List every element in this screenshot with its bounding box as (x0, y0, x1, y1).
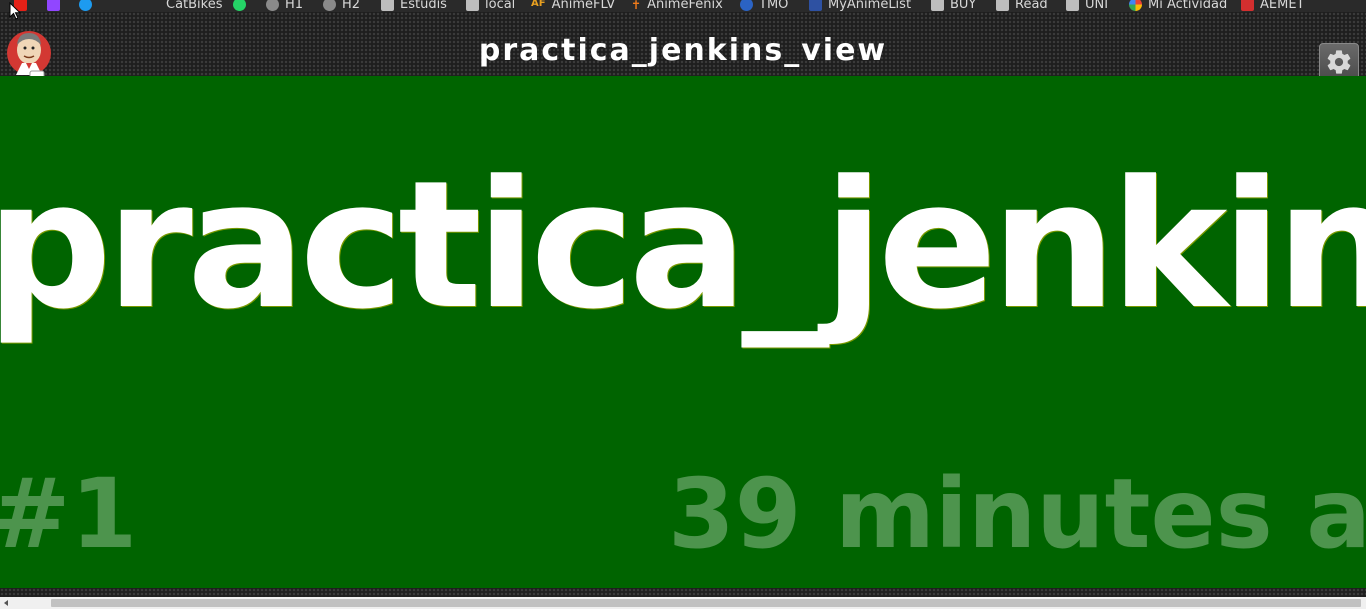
myanimelist-icon (809, 0, 822, 11)
gear-icon (1327, 50, 1351, 74)
mouse-cursor-icon (9, 2, 22, 20)
bookmark-aemet[interactable]: AEMET (1241, 0, 1304, 12)
build-time: 39 minutes ago (668, 458, 1366, 570)
bookmark-label: AnimeFLV (551, 0, 616, 12)
folder-icon (381, 0, 394, 11)
bookmark-read[interactable]: Read (996, 0, 1048, 12)
bookmark-label: Read (1015, 0, 1048, 12)
bookmark-label: BUY (950, 0, 977, 12)
bookmark-catbikes[interactable]: CatBikes (166, 0, 223, 12)
bookmark-label: CatBikes (166, 0, 223, 12)
animefenix-icon: ✝ (631, 0, 642, 12)
job-tile[interactable]: practica_jenkins #1 39 minutes ago (0, 76, 1366, 588)
twitter-icon (79, 0, 92, 11)
radiator-header: practica_jenkins_view (0, 12, 1366, 88)
tmo-icon (740, 0, 753, 11)
folder-icon (1066, 0, 1079, 11)
bookmark-buy[interactable]: BUY (931, 0, 976, 12)
bookmarks-bar: CatBikes H1 H2 Estudis local AF AnimeFLV … (0, 0, 1366, 12)
bookmark-myanimelist[interactable]: MyAnimeList (809, 0, 911, 12)
bookmark-label: TMO (759, 0, 789, 12)
horizontal-scrollbar[interactable] (0, 597, 1366, 609)
bookmark-tmo[interactable]: TMO (740, 0, 788, 12)
bookmark-whatsapp[interactable] (233, 0, 252, 12)
bookmark-animefenix[interactable]: ✝ AnimeFenix (631, 0, 723, 12)
bookmark-animeflv[interactable]: AF AnimeFLV (531, 0, 615, 12)
bookmark-label: Estudis (400, 0, 447, 12)
bookmark-label: H1 (285, 0, 304, 12)
bookmark-label: UNI (1085, 0, 1109, 12)
google-icon (1129, 0, 1142, 11)
bookmark-twitter[interactable] (79, 0, 98, 12)
bookmark-twitch[interactable] (47, 0, 66, 12)
bookmark-estudis[interactable]: Estudis (381, 0, 447, 12)
view-title: practica_jenkins_view (478, 33, 888, 68)
twitch-icon (47, 0, 60, 11)
bookmark-h1[interactable]: H1 (266, 0, 303, 12)
scrollbar-thumb[interactable] (51, 599, 1361, 607)
whatsapp-icon (233, 0, 246, 11)
job-name[interactable]: practica_jenkins (0, 146, 1366, 346)
bookmark-label: local (485, 0, 516, 12)
globe-icon (266, 0, 279, 11)
bookmark-h2[interactable]: H2 (323, 0, 360, 12)
bookmark-label: AEMET (1260, 0, 1305, 12)
bookmark-label: H2 (342, 0, 361, 12)
folder-icon (931, 0, 944, 11)
bookmark-uni[interactable]: UNI (1066, 0, 1108, 12)
footer-strip (0, 588, 1366, 597)
animeflv-icon: AF (531, 0, 546, 9)
bookmark-label: Mi Actividad (1148, 0, 1228, 12)
bookmark-local[interactable]: local (466, 0, 515, 12)
folder-icon (466, 0, 479, 11)
scroll-left-arrow-icon[interactable] (4, 600, 8, 606)
bookmark-label: MyAnimeList (828, 0, 912, 12)
bookmark-mi-actividad[interactable]: Mi Actividad (1129, 0, 1227, 12)
globe-icon (323, 0, 336, 11)
bookmark-label: AnimeFenix (647, 0, 723, 12)
folder-icon (996, 0, 1009, 11)
build-number: #1 (0, 458, 138, 570)
aemet-icon (1241, 0, 1254, 11)
